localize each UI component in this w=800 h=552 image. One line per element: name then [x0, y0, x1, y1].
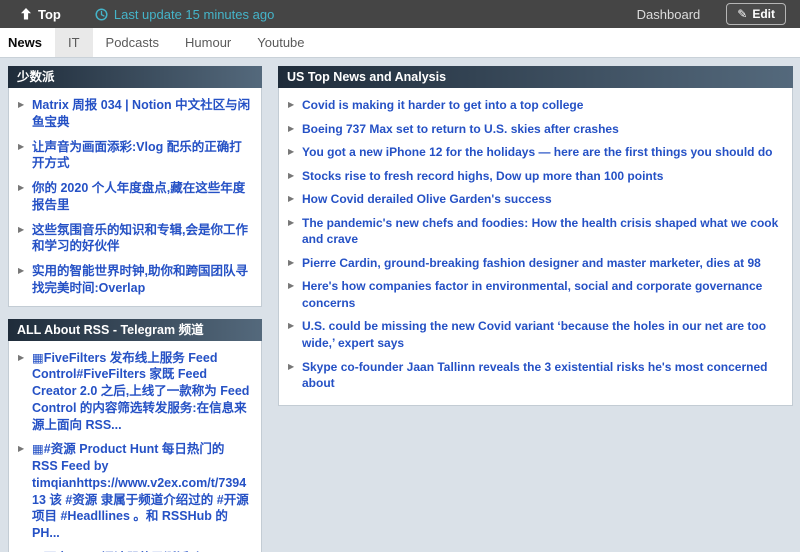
- article-item: ▶ Covid is making it harder to get into a…: [287, 97, 784, 114]
- article-link[interactable]: U.S. could be missing the new Covid vari…: [302, 319, 766, 350]
- article-list: ▶ ▦FiveFilters 发布线上服务 Feed Control#FiveFi…: [17, 350, 253, 552]
- category-tab-bar: NewsITPodcastsHumourYoutube: [0, 28, 800, 58]
- article-link[interactable]: ▦FiveFilters 发布线上服务 Feed Control#FiveFil…: [32, 351, 249, 432]
- triangle-bullet-icon[interactable]: ▶: [288, 257, 294, 269]
- article-link[interactable]: ▦#资源 Product Hunt 每日热门的 RSS Feed by timq…: [32, 442, 249, 540]
- triangle-bullet-icon[interactable]: ▶: [18, 443, 24, 455]
- tab-humour[interactable]: Humour: [172, 28, 244, 57]
- panel-body: ▶ Matrix 周报 034 | Notion 中文社区与闲鱼宝典 ▶ 让声音为画面…: [8, 88, 262, 307]
- article-link[interactable]: 让声音为画面添彩:Vlog 配乐的正确打开方式: [32, 140, 242, 171]
- tab-podcasts[interactable]: Podcasts: [93, 28, 172, 57]
- article-link[interactable]: Covid is making it harder to get into a …: [302, 98, 583, 112]
- triangle-bullet-icon[interactable]: ▶: [18, 265, 24, 277]
- clock-icon: [95, 8, 108, 21]
- triangle-bullet-icon[interactable]: ▶: [18, 224, 24, 236]
- edit-button-label: Edit: [752, 7, 775, 21]
- scroll-to-top-button[interactable]: Top: [20, 7, 61, 22]
- triangle-bullet-icon[interactable]: ▶: [288, 193, 294, 205]
- tab-news[interactable]: News: [0, 28, 55, 57]
- top-bar: Top Last update 15 minutes ago Dashboard…: [0, 0, 800, 28]
- left-column: 少数派 ▶ Matrix 周报 034 | Notion 中文社区与闲鱼宝典 ▶ 让声音…: [8, 66, 262, 552]
- triangle-bullet-icon[interactable]: ▶: [288, 217, 294, 229]
- article-item: ▶ U.S. could be missing the new Covid var…: [287, 318, 784, 351]
- article-item: ▶ How Covid derailed Olive Garden's succe…: [287, 191, 784, 208]
- article-link[interactable]: Matrix 周报 034 | Notion 中文社区与闲鱼宝典: [32, 98, 250, 129]
- edit-button[interactable]: ✎ Edit: [726, 3, 786, 25]
- tab-it[interactable]: IT: [55, 28, 93, 57]
- article-item: ▶ 你的 2020 个人年度盘点,藏在这些年度报告里: [17, 180, 253, 214]
- triangle-bullet-icon[interactable]: ▶: [288, 123, 294, 135]
- article-item: ▶ Skype co-founder Jaan Tallinn reveals t…: [287, 359, 784, 392]
- article-item: ▶ 实用的智能世界时钟,助你和跨国团队寻找完美时间:Overlap: [17, 263, 253, 297]
- triangle-bullet-icon[interactable]: ▶: [18, 182, 24, 194]
- triangle-bullet-icon[interactable]: ▶: [288, 99, 294, 111]
- article-item: ▶ You got a new iPhone 12 for the holiday…: [287, 144, 784, 161]
- article-link[interactable]: You got a new iPhone 12 for the holidays…: [302, 145, 773, 159]
- panel-title: US Top News and Analysis: [278, 66, 793, 88]
- triangle-bullet-icon[interactable]: ▶: [288, 170, 294, 182]
- triangle-bullet-icon[interactable]: ▶: [288, 361, 294, 373]
- pencil-icon: ✎: [737, 7, 747, 21]
- up-arrow-icon: [20, 8, 32, 20]
- feed-panel: 少数派 ▶ Matrix 周报 034 | Notion 中文社区与闲鱼宝典 ▶ 让声音…: [8, 66, 262, 307]
- article-link[interactable]: 这些氛围音乐的知识和专辑,会是你工作和学习的好伙伴: [32, 223, 248, 254]
- tab-youtube[interactable]: Youtube: [244, 28, 317, 57]
- article-item: ▶ ▦#资源 Product Hunt 每日热门的 RSS Feed by tim…: [17, 441, 253, 542]
- last-update-text: Last update 15 minutes ago: [114, 7, 274, 22]
- dashboard-content: 少数派 ▶ Matrix 周报 034 | Notion 中文社区与闲鱼宝典 ▶ 让声音…: [0, 58, 800, 552]
- article-item: ▶ ▦FiveFilters 发布线上服务 Feed Control#FiveFi…: [17, 350, 253, 434]
- feed-panel: US Top News and Analysis ▶ Covid is making…: [278, 66, 793, 406]
- article-item: ▶ Boeing 737 Max set to return to U.S. sk…: [287, 121, 784, 138]
- article-item: ▶ Here's how companies factor in environm…: [287, 278, 784, 311]
- article-link[interactable]: Pierre Cardin, ground-breaking fashion d…: [302, 256, 761, 270]
- article-item: ▶ Matrix 周报 034 | Notion 中文社区与闲鱼宝典: [17, 97, 253, 131]
- panel-body: ▶ Covid is making it harder to get into a…: [278, 88, 793, 406]
- article-list: ▶ Matrix 周报 034 | Notion 中文社区与闲鱼宝典 ▶ 让声音为画面…: [17, 97, 253, 297]
- right-column: US Top News and Analysis ▶ Covid is making…: [278, 66, 793, 406]
- article-item: ▶ Pierre Cardin, ground-breaking fashion …: [287, 255, 784, 272]
- panel-title: ALL About RSS - Telegram 频道: [8, 319, 262, 341]
- panel-body: ▶ ▦FiveFilters 发布线上服务 Feed Control#FiveFi…: [8, 341, 262, 552]
- article-link[interactable]: Stocks rise to fresh record highs, Dow u…: [302, 169, 663, 183]
- triangle-bullet-icon[interactable]: ▶: [18, 99, 24, 111]
- article-link[interactable]: Boeing 737 Max set to return to U.S. ski…: [302, 122, 619, 136]
- article-item: ▶ 让声音为画面添彩:Vlog 配乐的正确打开方式: [17, 139, 253, 173]
- article-item: ▶ 这些氛围音乐的知识和专辑,会是你工作和学习的好伙伴: [17, 222, 253, 256]
- article-item: ▶ The pandemic's new chefs and foodies: H…: [287, 215, 784, 248]
- triangle-bullet-icon[interactable]: ▶: [18, 352, 24, 364]
- article-link[interactable]: 实用的智能世界时钟,助你和跨国团队寻找完美时间:Overlap: [32, 264, 248, 295]
- top-label: Top: [38, 7, 61, 22]
- triangle-bullet-icon[interactable]: ▶: [288, 280, 294, 292]
- article-link[interactable]: How Covid derailed Olive Garden's succes…: [302, 192, 552, 206]
- feed-panel: ALL About RSS - Telegram 频道 ▶ ▦FiveFilters…: [8, 319, 262, 552]
- article-link[interactable]: 你的 2020 个人年度盘点,藏在这些年度报告里: [32, 181, 245, 212]
- article-link[interactable]: Here's how companies factor in environme…: [302, 279, 762, 310]
- article-item: ▶ Stocks rise to fresh record highs, Dow …: [287, 168, 784, 185]
- panel-title: 少数派: [8, 66, 262, 88]
- triangle-bullet-icon[interactable]: ▶: [18, 141, 24, 153]
- triangle-bullet-icon[interactable]: ▶: [288, 146, 294, 158]
- dashboard-app: Top Last update 15 minutes ago Dashboard…: [0, 0, 800, 552]
- article-list: ▶ Covid is making it harder to get into a…: [287, 97, 784, 392]
- last-update-status: Last update 15 minutes ago: [95, 7, 274, 22]
- article-link[interactable]: Skype co-founder Jaan Tallinn reveals th…: [302, 360, 767, 391]
- article-link[interactable]: The pandemic's new chefs and foodies: Ho…: [302, 216, 778, 247]
- triangle-bullet-icon[interactable]: ▶: [288, 320, 294, 332]
- dashboard-label: Dashboard: [637, 7, 701, 22]
